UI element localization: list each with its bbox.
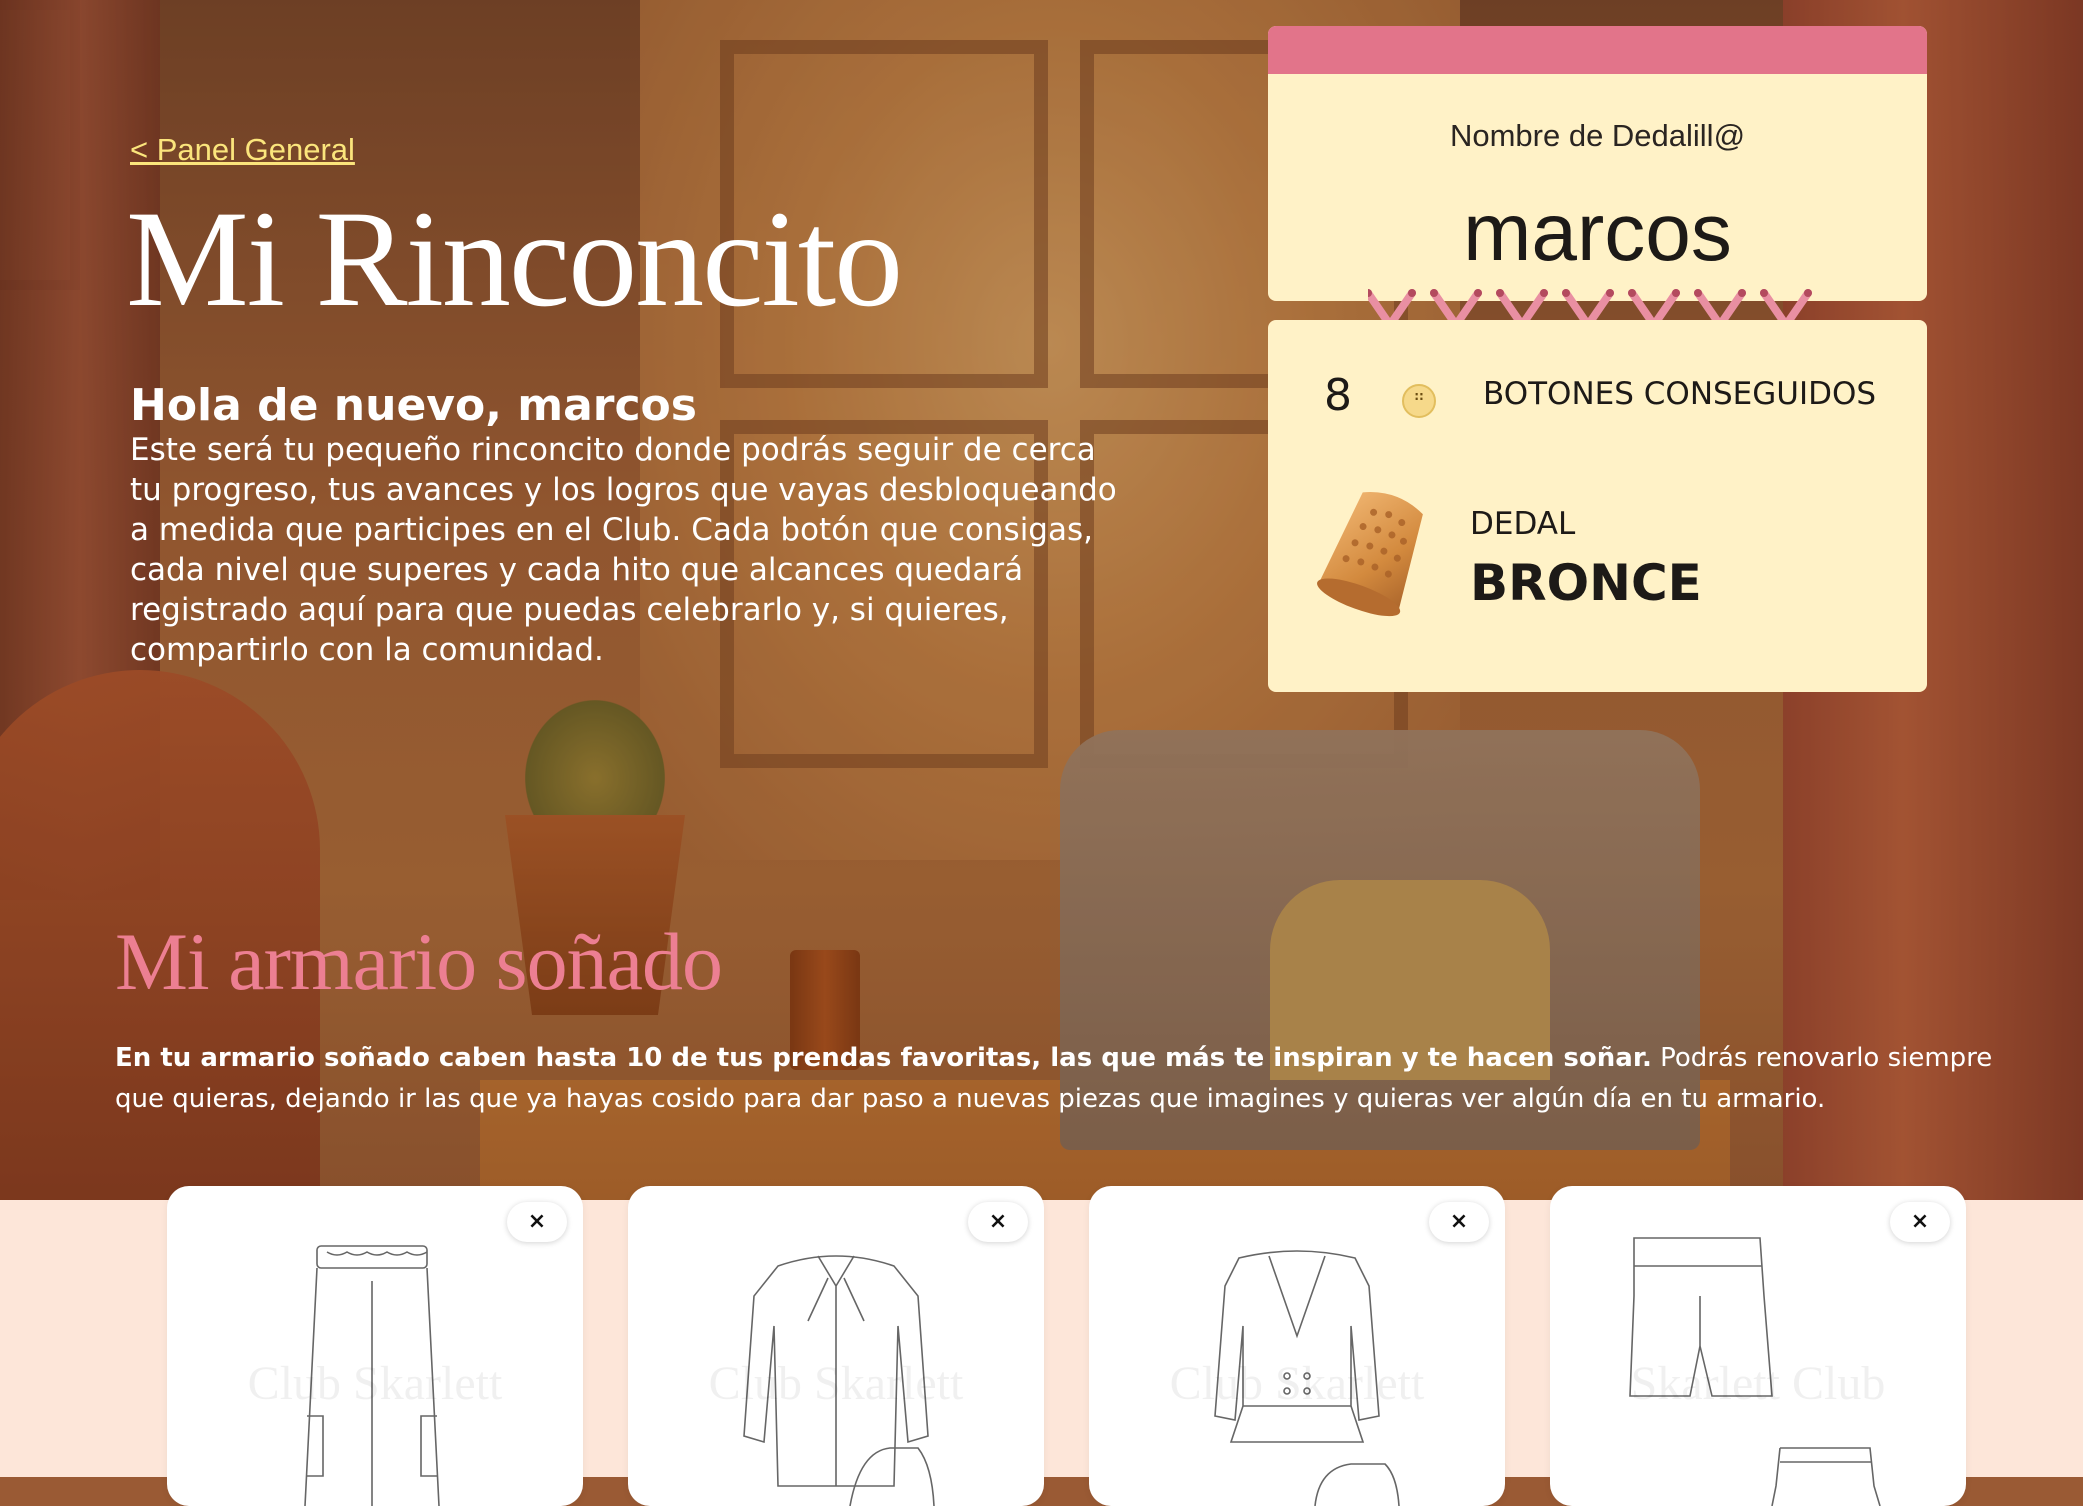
username-card: Nombre de Dedalill@ marcos: [1268, 26, 1927, 301]
buttons-count: 8: [1324, 370, 1352, 421]
garment-card[interactable]: Club Skarlett ×: [1089, 1186, 1505, 1506]
dedal-label: DEDAL: [1470, 506, 1576, 542]
card-watermark: Skarlett Club: [1630, 1357, 1886, 1410]
username-value: marcos: [1463, 187, 1732, 278]
page-title: Mi Rinconcito: [126, 182, 903, 335]
remove-garment-button[interactable]: ×: [1890, 1202, 1950, 1242]
garment-card[interactable]: Club Skarlett ×: [167, 1186, 583, 1506]
remove-garment-button[interactable]: ×: [968, 1202, 1028, 1242]
dedal-level: BRONCE: [1470, 554, 1702, 612]
garment-card[interactable]: Club Skarlett ×: [628, 1186, 1044, 1506]
username-label: Nombre de Dedalill@: [1449, 118, 1746, 153]
remove-garment-button[interactable]: ×: [1429, 1202, 1489, 1242]
card-watermark: Club Skarlett: [247, 1357, 503, 1410]
sewing-button-icon: [1402, 384, 1436, 418]
intro-paragraph: Este será tu pequeño rinconcito donde po…: [130, 432, 1117, 668]
garment-card[interactable]: Skarlett Club ×: [1550, 1186, 1966, 1506]
wardrobe-description: En tu armario soñado caben hasta 10 de t…: [115, 1038, 1995, 1120]
wardrobe-description-bold: En tu armario soñado caben hasta 10 de t…: [115, 1043, 1652, 1073]
achievements-card: 8 BOTONES CONSEGUIDOS DEDAL BRONCE: [1268, 320, 1927, 692]
wardrobe-title: Mi armario soñado: [115, 916, 723, 1007]
back-to-panel-link[interactable]: < Panel General: [130, 132, 355, 168]
wardrobe-grid: Club Skarlett × Club Skarlett × Club Ska…: [167, 1186, 1967, 1506]
card-accent-bar: [1268, 26, 1927, 74]
remove-garment-button[interactable]: ×: [507, 1202, 567, 1242]
card-watermark: Club Skarlett: [1169, 1357, 1425, 1410]
card-watermark: Club Skarlett: [708, 1357, 964, 1410]
greeting-heading: Hola de nuevo, marcos: [130, 380, 697, 431]
buttons-label: BOTONES CONSEGUIDOS: [1483, 376, 1877, 412]
thimble-icon: [1317, 492, 1423, 617]
